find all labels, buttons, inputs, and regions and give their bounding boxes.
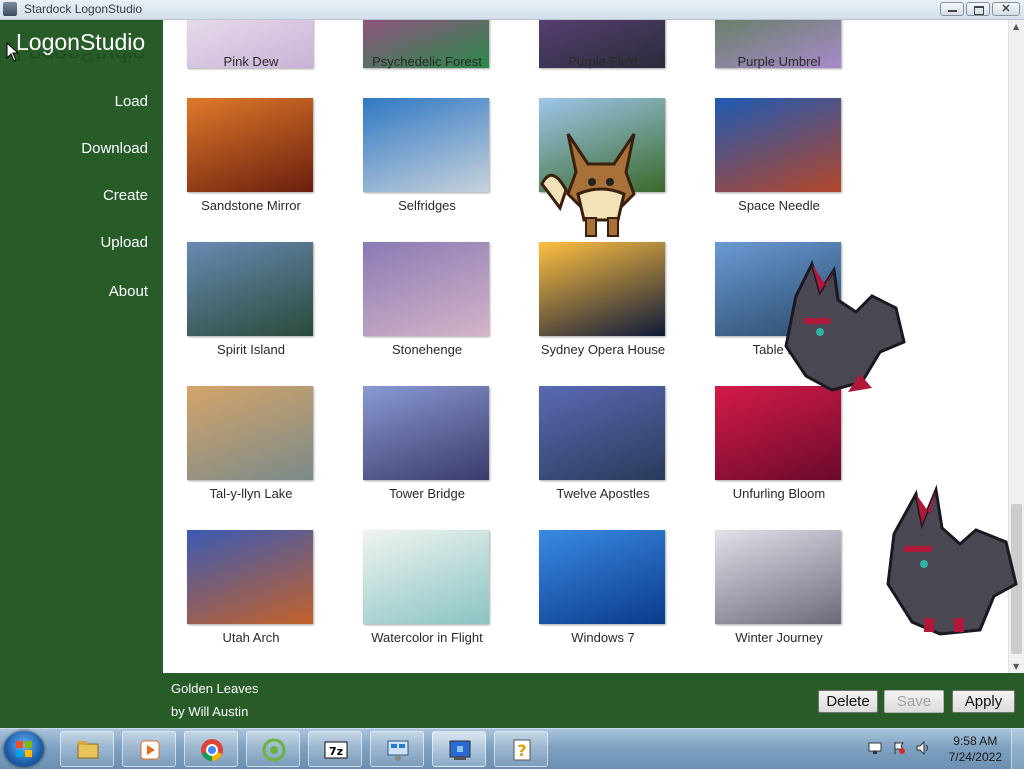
theme-thumbnail[interactable]: [187, 386, 313, 480]
theme-thumbnail[interactable]: [539, 242, 665, 336]
taskbar-logonstudio[interactable]: [432, 731, 486, 767]
scroll-down-arrow-icon[interactable]: ▼: [1013, 662, 1019, 671]
selected-theme-author: by Will Austin: [171, 704, 249, 719]
scroll-up-arrow-icon[interactable]: ▲: [1013, 22, 1019, 31]
start-button[interactable]: [4, 731, 44, 767]
theme-thumbnail[interactable]: [363, 530, 489, 624]
selection-bar: Golden Leaves by Will Austin Delete Save…: [163, 673, 1024, 728]
nav-upload[interactable]: Upload: [100, 234, 148, 251]
theme-thumbnail[interactable]: [539, 386, 665, 480]
theme-tile[interactable]: Watercolor in Flight: [339, 20, 515, 645]
taskbar-7zip[interactable]: 7z: [308, 731, 362, 767]
windows-logo-icon: [16, 741, 32, 757]
nav-create[interactable]: Create: [103, 187, 148, 204]
theme-thumbnail[interactable]: [715, 386, 841, 480]
clock[interactable]: 9:58 AM 7/24/2022: [949, 733, 1002, 765]
theme-caption: Spirit Island: [217, 342, 285, 357]
app-logo: LogonStudio: [16, 29, 146, 55]
media-player-icon: [140, 740, 160, 760]
selected-theme-title: Golden Leaves: [171, 681, 259, 696]
theme-tile[interactable]: Utah Arch: [163, 20, 339, 645]
taskbar: 7z ? 9:58 AM 7/24/2022: [0, 728, 1024, 769]
title-bar: Stardock LogonStudio ✕: [0, 0, 1024, 20]
nav-load[interactable]: Load: [115, 93, 148, 110]
action-center-icon[interactable]: [892, 741, 906, 755]
volume-icon[interactable]: [916, 741, 930, 755]
theme-caption: Watercolor in Flight: [371, 630, 483, 645]
theme-caption: Sandstone Mirror: [201, 198, 301, 213]
mouse-cursor-icon: [6, 42, 20, 62]
nav-download[interactable]: Download: [81, 140, 148, 157]
taskbar-explorer[interactable]: [60, 731, 114, 767]
close-icon: ✕: [1001, 3, 1011, 15]
sidebar: LogonStudio LogonStudio Load Download Cr…: [0, 20, 163, 673]
svg-text:?: ?: [517, 741, 526, 760]
app-icon: [3, 2, 17, 16]
7zip-icon: 7z: [324, 741, 348, 759]
theme-thumbnail[interactable]: [187, 530, 313, 624]
theme-caption: Space Needle: [738, 198, 820, 213]
taskbar-media-player[interactable]: [122, 731, 176, 767]
network-status-icon[interactable]: [868, 741, 882, 755]
theme-caption: Sydney Opera House: [540, 342, 666, 357]
apply-button[interactable]: Apply: [952, 690, 1015, 713]
system-tray: 9:58 AM 7/24/2022: [860, 729, 1024, 769]
nav-about[interactable]: About: [109, 283, 148, 300]
theme-tile[interactable]: Winter Journey: [691, 20, 867, 645]
zorua-sprite-1: [784, 259, 906, 392]
taskbar-network-app[interactable]: [370, 731, 424, 767]
theme-thumbnail[interactable]: [363, 242, 489, 336]
maximize-icon: [974, 6, 984, 15]
theme-caption: Utah Arch: [222, 630, 280, 645]
maximize-button[interactable]: [966, 2, 990, 16]
eevee-sprite: [540, 133, 636, 237]
window-title: Stardock LogonStudio: [24, 2, 143, 16]
chrome-icon: [201, 739, 223, 761]
theme-thumbnail[interactable]: [363, 386, 489, 480]
clock-time: 9:58 AM: [953, 734, 998, 748]
theme-caption: Windows 7: [571, 630, 635, 645]
minimize-icon: [948, 10, 957, 12]
close-button[interactable]: ✕: [992, 2, 1020, 16]
theme-caption: Tal-y-llyn Lake: [209, 486, 293, 501]
delete-button[interactable]: Delete: [818, 690, 878, 713]
svg-text:7z: 7z: [329, 745, 343, 758]
theme-caption: Selfridges: [398, 198, 456, 213]
help-icon: ?: [513, 739, 531, 761]
refresh-app-icon: [262, 738, 286, 762]
show-desktop-button[interactable]: [1011, 729, 1024, 769]
theme-caption: Twelve Apostles: [556, 486, 650, 501]
taskbar-chrome[interactable]: [184, 731, 238, 767]
sidebar-footer: [0, 673, 163, 728]
minimize-button[interactable]: [940, 2, 964, 16]
save-button[interactable]: Save: [884, 690, 944, 713]
taskbar-refresh-app[interactable]: [246, 731, 300, 767]
theme-thumbnail[interactable]: [539, 530, 665, 624]
taskbar-help[interactable]: ?: [494, 731, 548, 767]
clock-date: 7/24/2022: [948, 750, 1002, 764]
theme-caption: Tower Bridge: [389, 486, 465, 501]
theme-thumbnail[interactable]: [187, 242, 313, 336]
theme-caption: Unfurling Bloom: [732, 486, 826, 501]
theme-caption: Stonehenge: [391, 342, 463, 357]
network-icon: [387, 740, 409, 761]
zorua-sprite-2: [886, 484, 1018, 636]
logonstudio-icon: [449, 740, 471, 760]
theme-caption: Winter Journey: [735, 630, 823, 645]
explorer-icon: [77, 741, 99, 759]
theme-thumbnail[interactable]: [715, 530, 841, 624]
app-logo-reflection: LogonStudio: [16, 53, 146, 67]
